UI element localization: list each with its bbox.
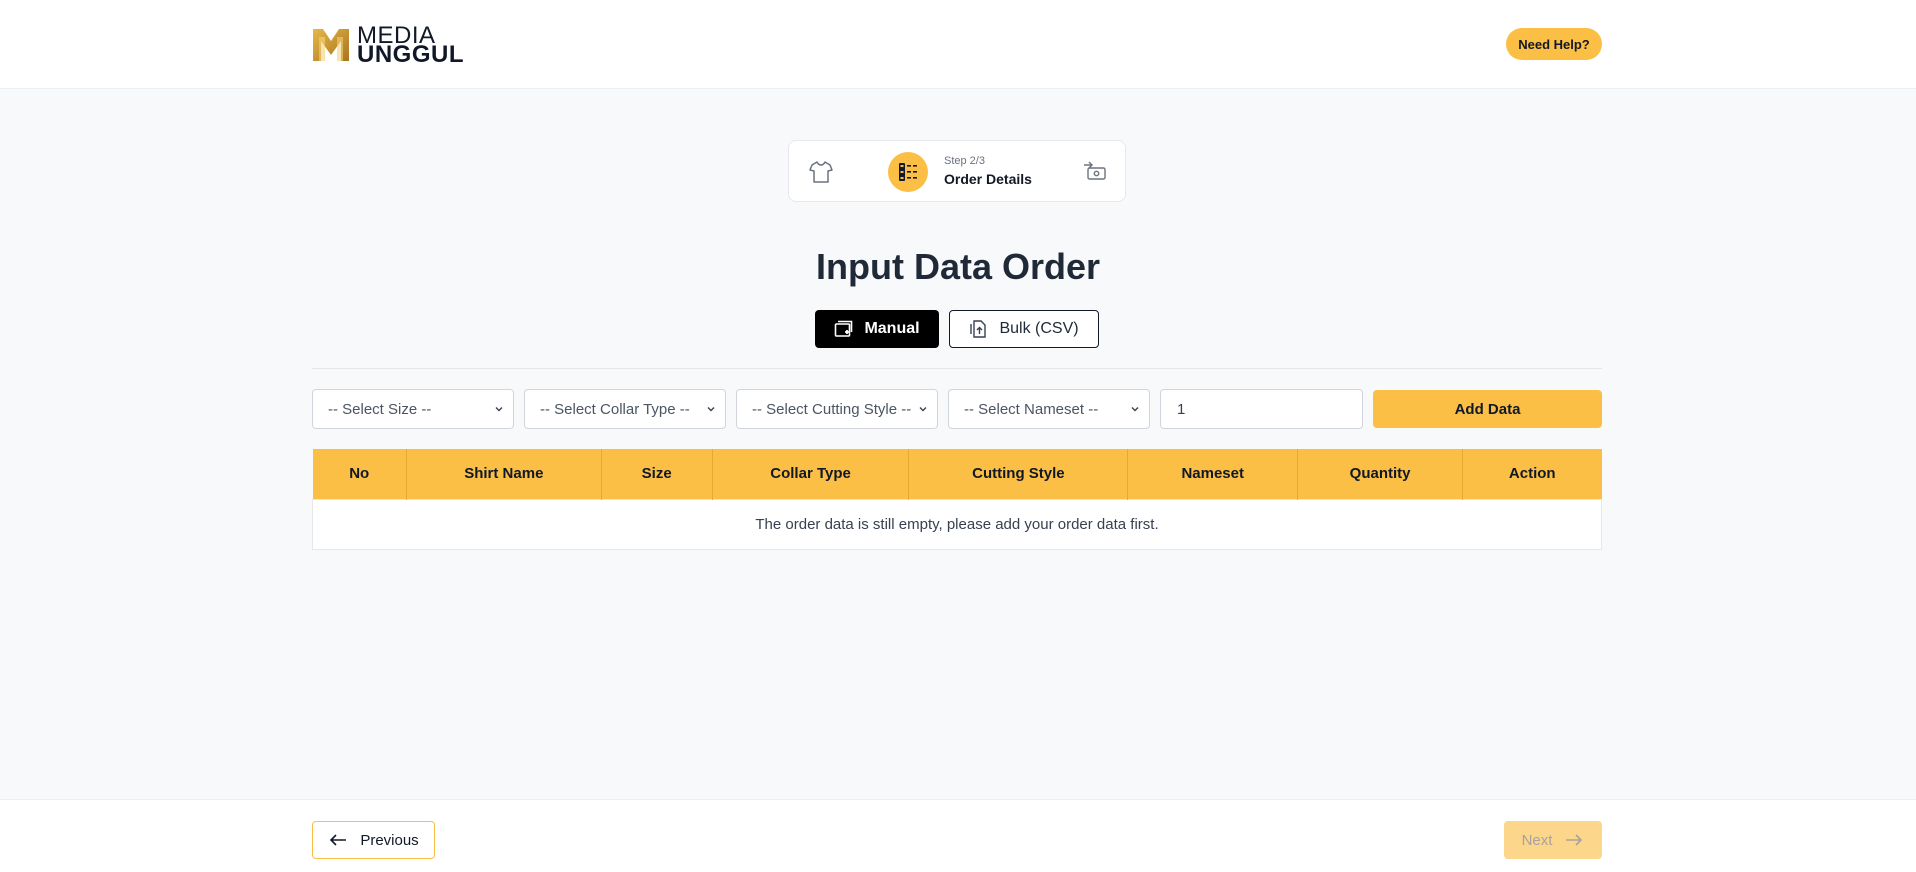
column-header-collar-type: Collar Type: [712, 449, 910, 499]
column-header-action: Action: [1462, 449, 1602, 499]
quantity-input[interactable]: [1160, 389, 1363, 429]
column-header-cutting-style: Cutting Style: [908, 449, 1129, 499]
nameset-select-value: -- Select Nameset --: [964, 400, 1099, 418]
size-select-value: -- Select Size --: [328, 400, 432, 418]
manual-mode-label: Manual: [864, 320, 920, 337]
manual-entry-icon: [835, 320, 853, 337]
previous-button[interactable]: Previous: [312, 821, 435, 859]
cutting-style-select[interactable]: -- Select Cutting Style --: [736, 389, 938, 429]
add-data-button[interactable]: Add Data: [1373, 390, 1602, 428]
need-help-button[interactable]: Need Help?: [1506, 28, 1602, 60]
chevron-down-icon: [919, 407, 927, 412]
empty-table-message: The order data is still empty, please ad…: [312, 498, 1602, 550]
step-number: Step 2/3: [944, 155, 985, 167]
order-list-icon: [888, 152, 928, 192]
cutting-style-select-value: -- Select Cutting Style --: [752, 400, 912, 418]
arrow-right-icon: [1566, 834, 1583, 846]
previous-button-label: Previous: [360, 831, 419, 849]
logo-mark-icon: [313, 29, 349, 61]
step-info: Step 2/3 Order Details: [944, 155, 1032, 187]
bulk-csv-mode-label: Bulk (CSV): [999, 320, 1079, 337]
file-upload-icon: [970, 320, 987, 338]
divider: [312, 368, 1602, 369]
shirt-icon: [807, 158, 835, 186]
size-select[interactable]: -- Select Size --: [312, 389, 514, 429]
step-name: Order Details: [944, 171, 1032, 187]
chevron-down-icon: [1131, 407, 1139, 412]
chevron-down-icon: [495, 407, 503, 412]
header: MEDIA UNGGUL Need Help?: [0, 0, 1916, 89]
column-header-size: Size: [601, 449, 713, 499]
logo-text: MEDIA UNGGUL: [357, 24, 464, 68]
logo-line2: UNGGUL: [357, 41, 464, 68]
manual-mode-button[interactable]: Manual: [815, 310, 939, 348]
logo[interactable]: MEDIA UNGGUL: [311, 24, 464, 68]
column-header-no: No: [312, 449, 407, 499]
collar-type-select[interactable]: -- Select Collar Type --: [524, 389, 726, 429]
next-button-label: Next: [1521, 831, 1553, 849]
page-title: Input Data Order: [815, 246, 1101, 287]
table-row: The order data is still empty, please ad…: [312, 498, 1602, 550]
column-header-shirt-name: Shirt Name: [406, 449, 602, 499]
column-header-nameset: Nameset: [1127, 449, 1299, 499]
footer: [0, 799, 1916, 872]
nameset-select[interactable]: -- Select Nameset --: [948, 389, 1150, 429]
stepper: Step 2/3 Order Details: [788, 140, 1126, 202]
column-header-quantity: Quantity: [1297, 449, 1464, 499]
next-button[interactable]: Next: [1504, 821, 1602, 859]
order-table: No Shirt Name Size Collar Type Cutting S…: [312, 449, 1602, 550]
arrow-left-icon: [330, 834, 347, 846]
table-header-row: No Shirt Name Size Collar Type Cutting S…: [312, 449, 1602, 499]
payment-icon: [1081, 159, 1109, 185]
collar-type-select-value: -- Select Collar Type --: [540, 400, 690, 418]
chevron-down-icon: [707, 407, 715, 412]
bulk-csv-mode-button[interactable]: Bulk (CSV): [949, 310, 1099, 348]
